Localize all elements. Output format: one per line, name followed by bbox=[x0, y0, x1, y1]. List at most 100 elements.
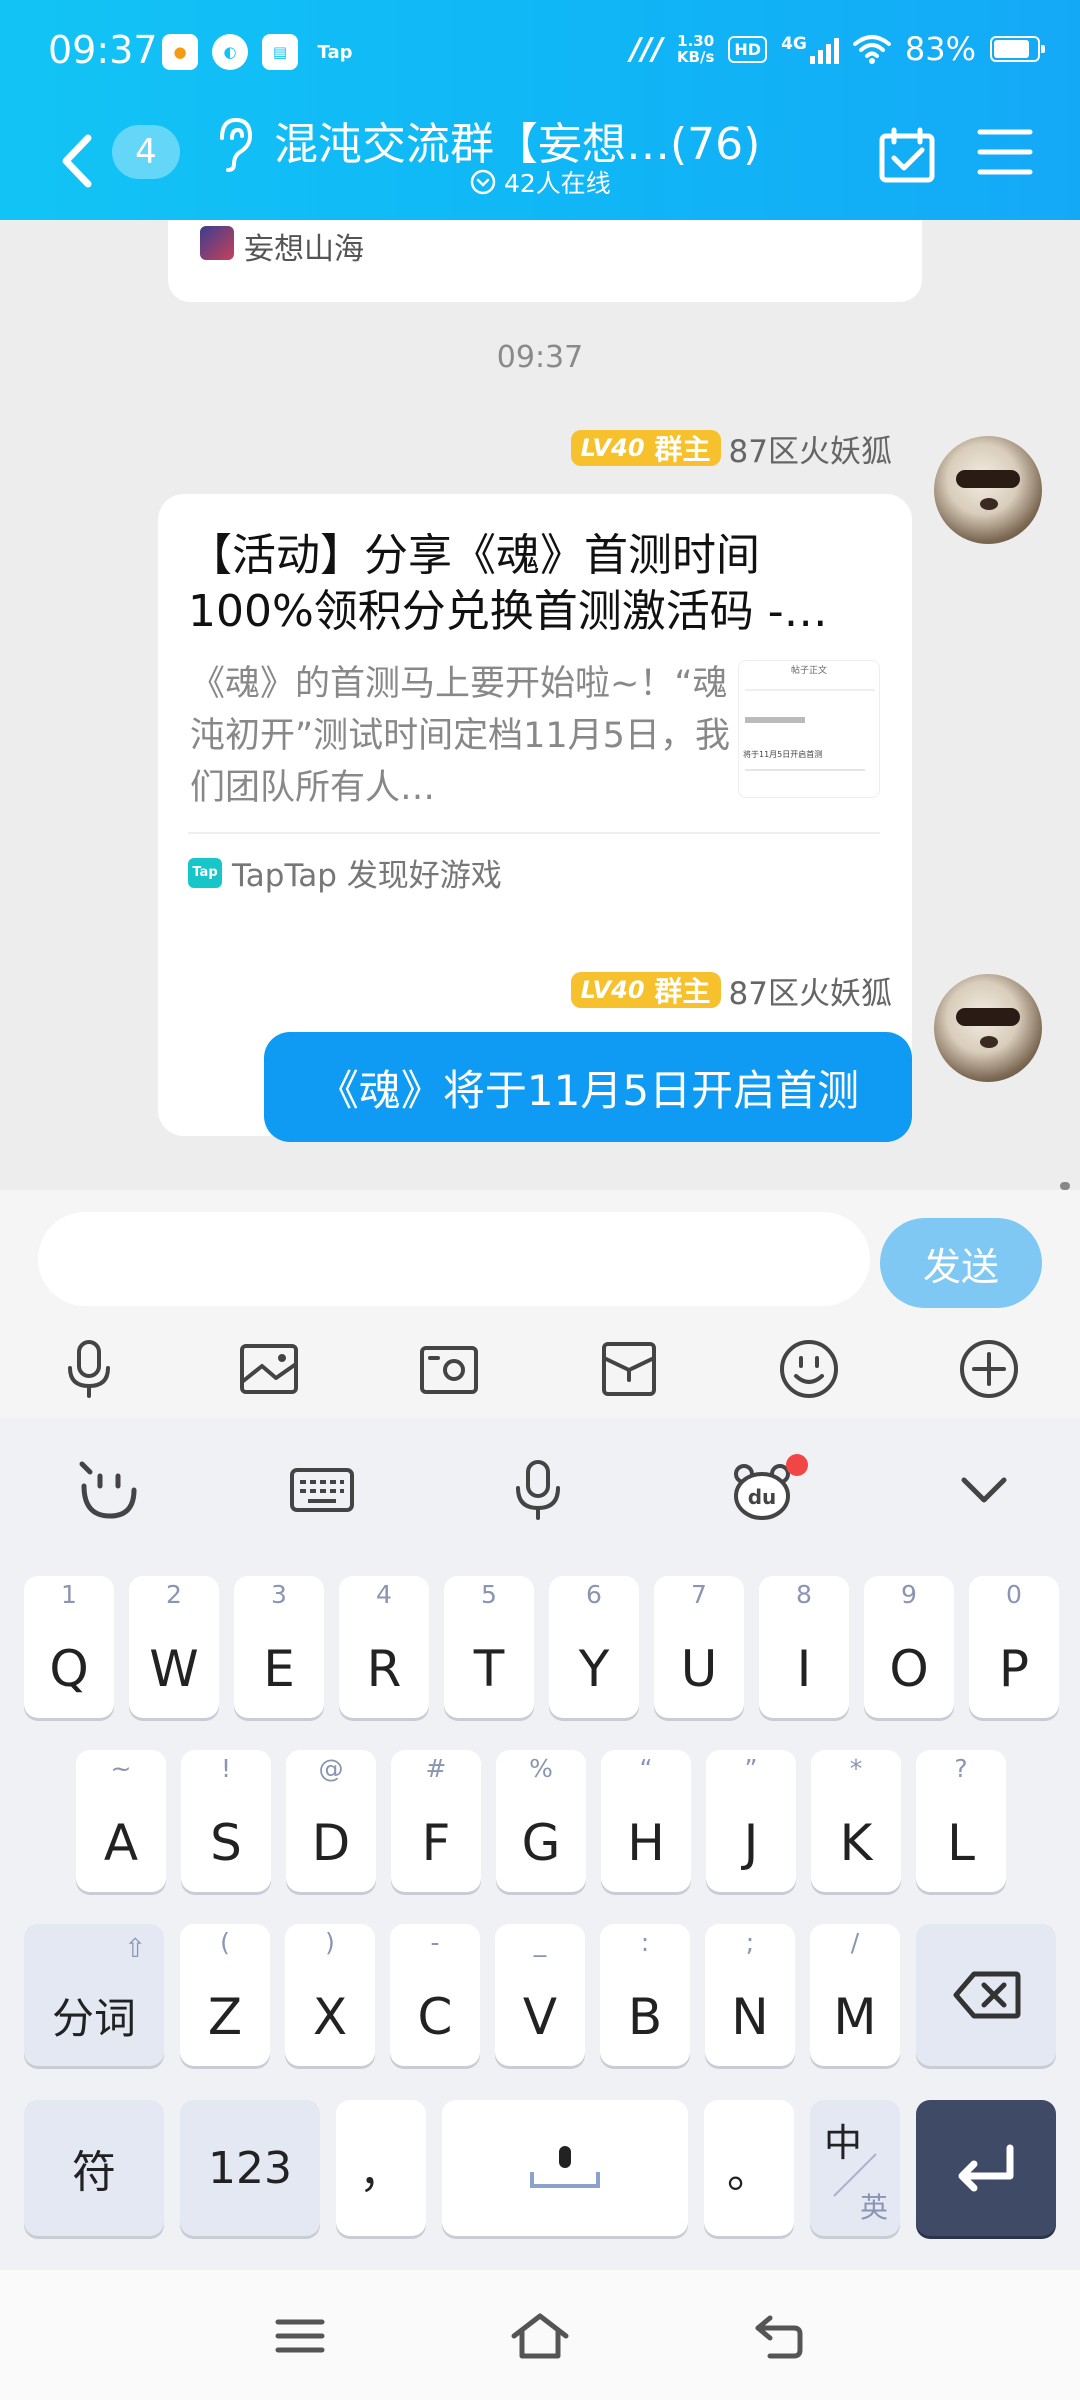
chat-header: 09:37 ● ◐ ▤ Tap /// 1.30 KB/s HD 4G 83% … bbox=[0, 0, 1080, 220]
key-u[interactable]: 7U bbox=[654, 1576, 744, 1718]
avatar[interactable] bbox=[934, 974, 1042, 1082]
key-x[interactable]: ) X bbox=[285, 1924, 375, 2066]
level-badge: LV40 群主 bbox=[570, 972, 721, 1008]
card-title: 【活动】分享《魂》首测时间100%领积分兑换首测激活码 -… bbox=[188, 530, 828, 637]
system-navigation-bar bbox=[0, 2270, 1080, 2400]
key-y[interactable]: 6Y bbox=[549, 1576, 639, 1718]
key-b[interactable]: :B bbox=[600, 1924, 690, 2066]
emoji-icon[interactable] bbox=[776, 1336, 842, 1402]
sender-row: LV40 群主 87区火妖狐 bbox=[570, 426, 892, 471]
key-primary-label: E bbox=[263, 1640, 295, 1698]
key-k[interactable]: * K bbox=[811, 1750, 901, 1892]
microphone-icon[interactable] bbox=[56, 1336, 122, 1402]
keyboard-toolbar: du bbox=[0, 1418, 1080, 1564]
card-source-text: TapTap 发现好游戏 bbox=[232, 858, 502, 894]
ear-icon[interactable] bbox=[212, 114, 256, 174]
voice-input-icon[interactable] bbox=[506, 1458, 570, 1522]
key-primary-label: R bbox=[366, 1640, 402, 1698]
wifi-icon bbox=[852, 35, 891, 64]
comma-key[interactable]: ， bbox=[336, 2100, 426, 2236]
key-s[interactable]: ! S bbox=[181, 1750, 271, 1892]
key-r[interactable]: 4R bbox=[339, 1576, 429, 1718]
online-count[interactable]: 42人在线 bbox=[470, 164, 611, 200]
status-bar: 09:37 ● ◐ ▤ Tap /// 1.30 KB/s HD 4G 83% bbox=[0, 0, 1080, 108]
message-input[interactable] bbox=[38, 1212, 870, 1306]
backspace-key[interactable] bbox=[916, 1924, 1056, 2066]
symbol-key[interactable]: 符 bbox=[24, 2100, 164, 2236]
message-bubble[interactable]: 《魂》将于11月5日开启首测 bbox=[264, 1032, 912, 1142]
key-secondary-label: “ bbox=[639, 1754, 653, 1783]
gift-box-icon[interactable] bbox=[596, 1336, 662, 1402]
unread-count-badge[interactable]: 4 bbox=[112, 125, 180, 179]
segment-key[interactable]: ⇧ 分词 bbox=[24, 1924, 164, 2066]
home-icon[interactable] bbox=[510, 2310, 570, 2362]
sender-name[interactable]: 87区火妖狐 bbox=[729, 426, 892, 471]
key-secondary-label: @ bbox=[318, 1754, 344, 1783]
language-switch-key[interactable]: 中 英 bbox=[810, 2100, 900, 2236]
key-primary-label: V bbox=[522, 1988, 558, 2046]
key-secondary-label: 1 bbox=[61, 1580, 77, 1609]
network-type: 4G bbox=[781, 34, 807, 54]
key-primary-label: P bbox=[998, 1640, 1030, 1698]
key-primary-label: A bbox=[103, 1814, 139, 1872]
chat-message-list[interactable]: 妄想山海 09:37 LV40 群主 87区火妖狐 【活动】分享《魂》首测时间1… bbox=[0, 220, 1080, 1190]
key-secondary-label: 7 bbox=[691, 1580, 707, 1609]
back-icon[interactable] bbox=[750, 2310, 810, 2362]
level-badge: LV40 群主 bbox=[570, 430, 721, 466]
key-primary-label: I bbox=[796, 1640, 812, 1698]
camera-icon[interactable] bbox=[416, 1336, 482, 1402]
calendar-check-icon[interactable] bbox=[878, 126, 936, 186]
collapse-keyboard-icon[interactable] bbox=[952, 1458, 1016, 1522]
key-w[interactable]: 2W bbox=[129, 1576, 219, 1718]
key-primary-label: K bbox=[839, 1814, 873, 1872]
key-c[interactable]: -C bbox=[390, 1924, 480, 2066]
enter-key[interactable] bbox=[916, 2100, 1056, 2236]
keyboard-emoji-icon[interactable] bbox=[76, 1458, 140, 1522]
group-title[interactable]: 混沌交流群【妄想…(76) bbox=[274, 108, 760, 172]
key-i[interactable]: 8I bbox=[759, 1576, 849, 1718]
key-secondary-label: / bbox=[850, 1928, 860, 1957]
sender-name[interactable]: 87区火妖狐 bbox=[729, 968, 892, 1013]
key-n[interactable]: ; N bbox=[705, 1924, 795, 2066]
back-arrow-icon[interactable] bbox=[52, 126, 102, 196]
add-icon[interactable] bbox=[956, 1336, 1022, 1402]
numeric-key[interactable]: 123 bbox=[180, 2100, 320, 2236]
key-p[interactable]: 0P bbox=[969, 1576, 1059, 1718]
space-key[interactable] bbox=[442, 2100, 688, 2236]
key-secondary-label: ; bbox=[745, 1928, 755, 1957]
recent-apps-icon[interactable] bbox=[270, 2310, 330, 2362]
keyboard-icon[interactable] bbox=[290, 1458, 354, 1522]
key-primary-label: S bbox=[210, 1814, 242, 1872]
key-l[interactable]: ? L bbox=[916, 1750, 1006, 1892]
svg-text:du: du bbox=[748, 1485, 777, 1509]
du-bear-icon[interactable]: du bbox=[730, 1458, 794, 1522]
key-q[interactable]: 1Q bbox=[24, 1576, 114, 1718]
period-key[interactable]: 。 bbox=[704, 2100, 794, 2236]
menu-icon[interactable] bbox=[976, 126, 1034, 178]
scrollbar[interactable] bbox=[1060, 1182, 1070, 1190]
key-v[interactable]: _ V bbox=[495, 1924, 585, 2066]
lang-en-label: 英 bbox=[859, 2191, 888, 2224]
image-icon[interactable] bbox=[236, 1336, 302, 1402]
key-secondary-label: 4 bbox=[376, 1580, 392, 1609]
key-secondary-label: 0 bbox=[1006, 1580, 1022, 1609]
key-j[interactable]: ” J bbox=[706, 1750, 796, 1892]
key-secondary-label: 9 bbox=[901, 1580, 917, 1609]
key-t[interactable]: 5T bbox=[444, 1576, 534, 1718]
key-g[interactable]: % G bbox=[496, 1750, 586, 1892]
previous-link-card[interactable]: 妄想山海 bbox=[168, 220, 922, 302]
key-d[interactable]: @ D bbox=[286, 1750, 376, 1892]
send-button[interactable]: 发送 bbox=[880, 1218, 1042, 1308]
key-e[interactable]: 3E bbox=[234, 1576, 324, 1718]
key-secondary-label: % bbox=[529, 1754, 553, 1783]
avatar[interactable] bbox=[934, 436, 1042, 544]
card-divider bbox=[188, 832, 880, 834]
key-o[interactable]: 9O bbox=[864, 1576, 954, 1718]
level-label: LV40 bbox=[580, 976, 645, 1004]
key-a[interactable]: ~ A bbox=[76, 1750, 166, 1892]
key-primary-label: G bbox=[521, 1814, 561, 1872]
key-z[interactable]: (Z bbox=[180, 1924, 270, 2066]
key-h[interactable]: “H bbox=[601, 1750, 691, 1892]
key-f[interactable]: # F bbox=[391, 1750, 481, 1892]
key-m[interactable]: / M bbox=[810, 1924, 900, 2066]
